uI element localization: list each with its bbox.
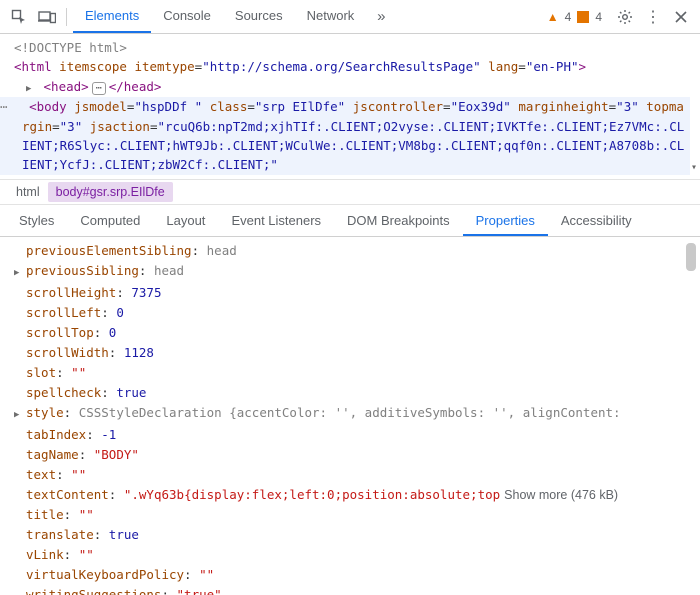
device-toggle-icon[interactable]: [34, 4, 60, 30]
expand-triangle-icon[interactable]: [12, 97, 22, 117]
menu-dots-icon[interactable]: ⋮: [640, 4, 666, 30]
property-row[interactable]: vLink: "": [14, 545, 688, 565]
properties-panel[interactable]: previousElementSibling: headpreviousSibl…: [0, 237, 700, 595]
property-row[interactable]: scrollWidth: 1128: [14, 343, 688, 363]
tab-elements[interactable]: Elements: [73, 0, 151, 33]
inspect-icon[interactable]: [6, 4, 32, 30]
show-more-link[interactable]: Show more (476 kB): [504, 488, 618, 502]
subtab-dom-breakpoints[interactable]: DOM Breakpoints: [334, 205, 463, 236]
expand-triangle-icon[interactable]: [14, 261, 26, 283]
props-scrollbar[interactable]: [686, 243, 696, 589]
expand-triangle-icon[interactable]: [26, 77, 36, 97]
dom-scrollbar[interactable]: ▾: [686, 40, 696, 173]
breadcrumb: html body#gsr.srp.EIlDfe: [0, 179, 700, 205]
warning-triangle-icon: ▲: [547, 10, 559, 24]
more-tabs-icon[interactable]: »: [368, 4, 394, 30]
subtab-layout[interactable]: Layout: [153, 205, 218, 236]
tab-console[interactable]: Console: [151, 0, 223, 33]
property-row[interactable]: slot: "": [14, 363, 688, 383]
dom-body-open[interactable]: ⋯ <body jsmodel="hspDDf " class="srp EIl…: [0, 97, 690, 175]
dom-html-open[interactable]: <html itemscope itemtype="http://schema.…: [14, 57, 690, 76]
property-row[interactable]: tagName: "BODY": [14, 445, 688, 465]
property-row[interactable]: writingSuggestions: "true": [14, 585, 688, 595]
property-row[interactable]: previousSibling: head: [14, 261, 688, 283]
subtab-computed[interactable]: Computed: [67, 205, 153, 236]
property-row[interactable]: scrollHeight: 7375: [14, 283, 688, 303]
property-row[interactable]: spellcheck: true: [14, 383, 688, 403]
secondary-tabs: Styles Computed Layout Event Listeners D…: [0, 205, 700, 237]
warning-count: 4: [565, 10, 572, 24]
property-row[interactable]: textContent: ".wYq63b{display:flex;left:…: [14, 485, 688, 505]
property-row[interactable]: tabIndex: -1: [14, 425, 688, 445]
ellipsis-badge-icon[interactable]: ⋯: [92, 82, 106, 95]
subtab-accessibility[interactable]: Accessibility: [548, 205, 645, 236]
settings-gear-icon[interactable]: [612, 4, 638, 30]
dom-tree-panel[interactable]: <!DOCTYPE html> <html itemscope itemtype…: [0, 34, 700, 179]
subtab-event-listeners[interactable]: Event Listeners: [218, 205, 334, 236]
issues-count: 4: [595, 10, 602, 24]
chevron-down-icon[interactable]: ▾: [691, 160, 697, 176]
subtab-properties[interactable]: Properties: [463, 205, 548, 236]
property-row[interactable]: style: CSSStyleDeclaration {accentColor:…: [14, 403, 688, 425]
breadcrumb-body[interactable]: body#gsr.srp.EIlDfe: [48, 182, 173, 202]
breadcrumb-html[interactable]: html: [8, 182, 48, 202]
property-row[interactable]: translate: true: [14, 525, 688, 545]
main-tabs: Elements Console Sources Network: [73, 0, 366, 33]
property-row[interactable]: scrollTop: 0: [14, 323, 688, 343]
issues-square-icon: [577, 11, 589, 23]
subtab-styles[interactable]: Styles: [6, 205, 67, 236]
dom-doctype[interactable]: <!DOCTYPE html>: [14, 38, 690, 57]
expand-triangle-icon[interactable]: [14, 403, 26, 425]
dom-head-row[interactable]: <head>⋯</head>: [14, 77, 690, 97]
devtools-toolbar: Elements Console Sources Network » ▲ 4 4…: [0, 0, 700, 34]
property-row[interactable]: scrollLeft: 0: [14, 303, 688, 323]
tab-network[interactable]: Network: [295, 0, 367, 33]
property-row[interactable]: title: "": [14, 505, 688, 525]
divider: [66, 8, 67, 26]
property-row[interactable]: previousElementSibling: head: [14, 241, 688, 261]
property-row[interactable]: virtualKeyboardPolicy: "": [14, 565, 688, 585]
tab-sources[interactable]: Sources: [223, 0, 295, 33]
warnings-indicator[interactable]: ▲ 4 4: [547, 10, 604, 24]
close-icon[interactable]: [668, 4, 694, 30]
property-row[interactable]: text: "": [14, 465, 688, 485]
